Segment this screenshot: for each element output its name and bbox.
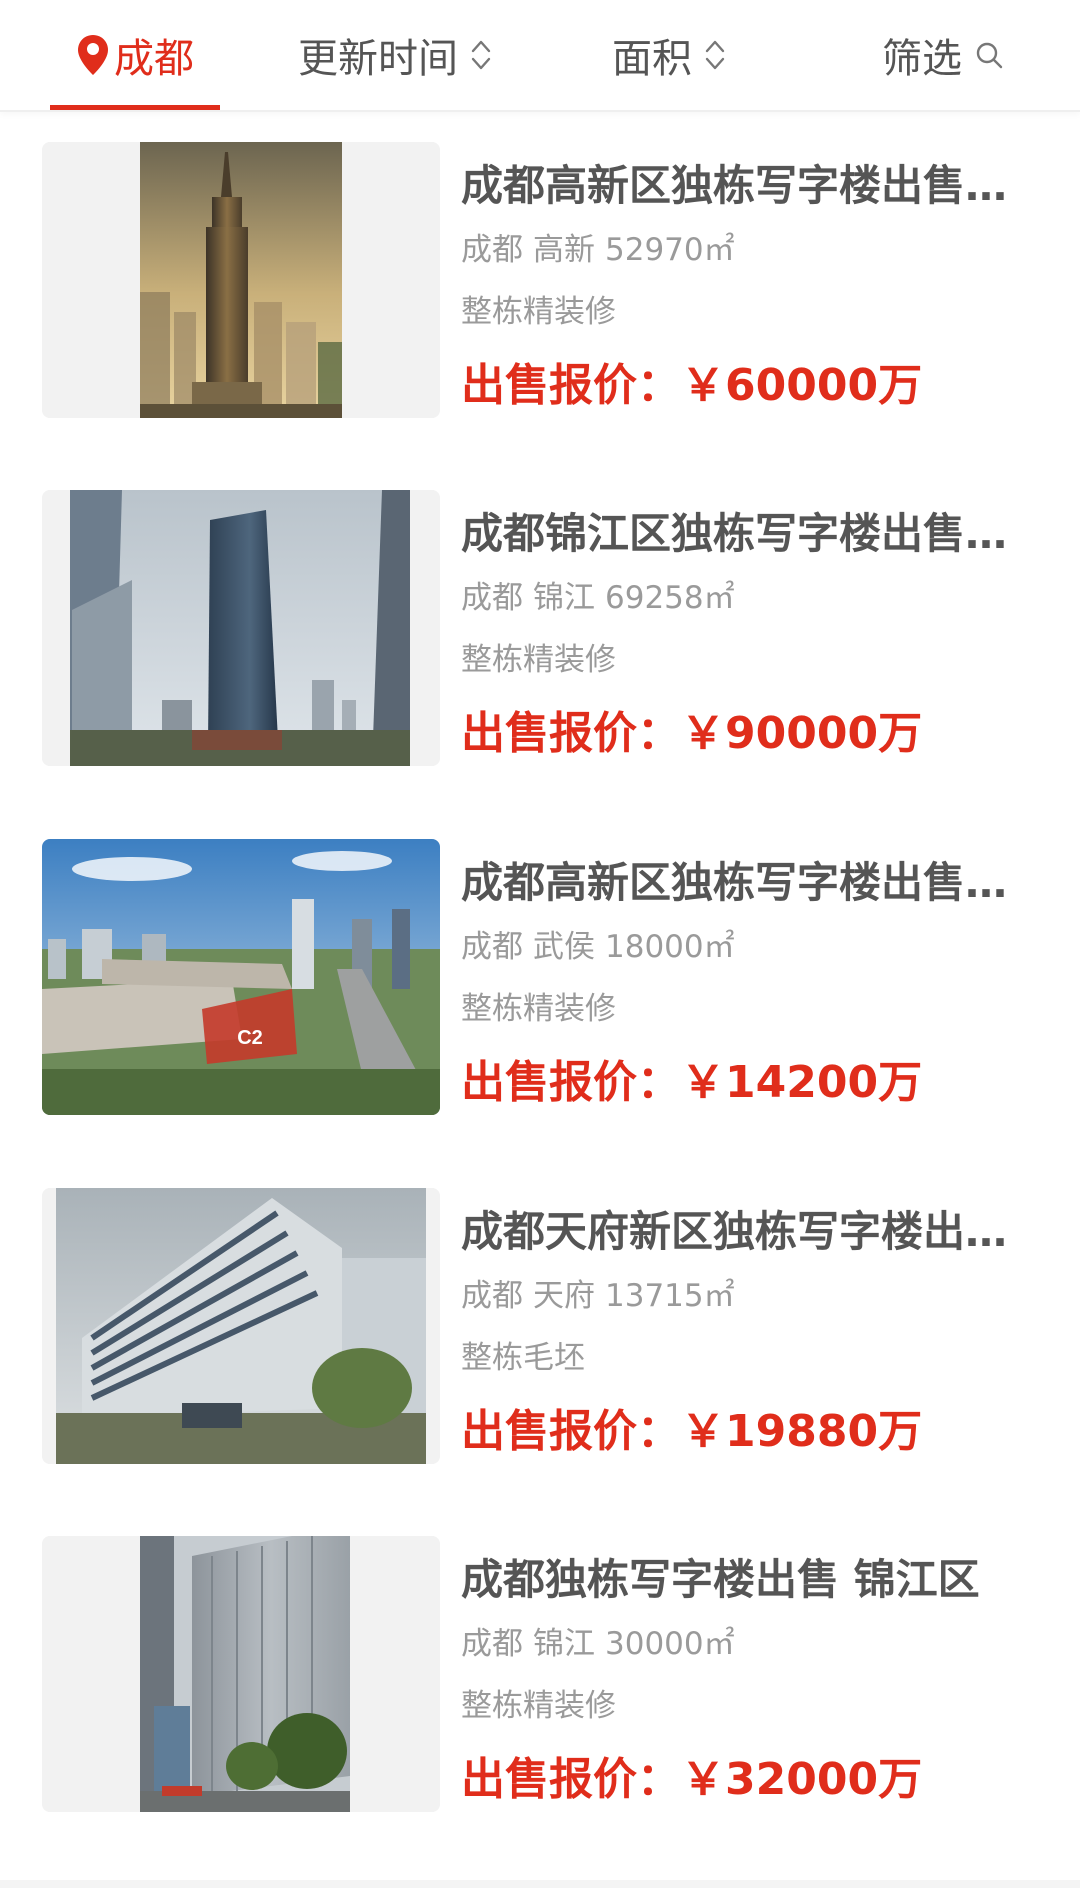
office-tower-photo (42, 1536, 440, 1812)
property-district: 天府 (533, 1278, 595, 1314)
property-meta: 成都 武侯 18000㎡ (461, 927, 1021, 967)
property-decoration: 精装修 (523, 294, 616, 330)
filter-label: 筛选 (882, 36, 962, 82)
property-photo[interactable] (42, 1188, 440, 1464)
property-photo[interactable] (42, 142, 440, 418)
bottom-divider (0, 1880, 1080, 1888)
property-type: 整栋 (461, 1340, 523, 1376)
price-label: 出售报价： (461, 708, 681, 759)
property-district: 高新 (533, 232, 595, 268)
property-decoration: 精装修 (523, 1688, 616, 1724)
aerial-campus-photo: C2 (42, 839, 440, 1115)
property-info: 成都锦江区独栋写字楼出售 锦江 成都 锦江 69258㎡ 整栋精装修 出售报价：￥9… (461, 490, 1021, 764)
location-pin-icon (78, 35, 108, 75)
property-price: 出售报价：￥19880万 (461, 1402, 1021, 1462)
property-decoration: 毛坯 (523, 1340, 585, 1376)
property-photo[interactable]: C2 (42, 839, 440, 1115)
property-city: 成都 (461, 929, 523, 965)
property-meta: 成都 天府 13715㎡ (461, 1276, 1021, 1316)
price-label: 出售报价： (461, 1754, 681, 1805)
price-value: ￥90000万 (681, 708, 923, 759)
listing-page: 成都 更新时间 面积 筛选 成都高新区独栋写字楼出售 高新 成都 高新 5297… (0, 0, 1080, 1888)
price-label: 出售报价： (461, 1057, 681, 1108)
property-price: 出售报价：￥90000万 (461, 704, 1021, 764)
property-decoration: 精装修 (523, 991, 616, 1027)
property-meta: 成都 高新 52970㎡ (461, 230, 1021, 270)
property-card[interactable]: 成都天府新区独栋写字楼出售 天府 成都天府 13715㎡ 整栋毛坯 出售报价：￥1… (0, 1158, 1080, 1464)
price-value: ￥19880万 (681, 1406, 923, 1457)
sort-time-label: 更新时间 (298, 36, 458, 82)
property-district: 锦江 (533, 580, 595, 616)
property-area: 69258㎡ (605, 580, 735, 616)
sort-area-label: 面积 (612, 36, 692, 82)
price-value: ￥60000万 (681, 360, 923, 411)
sort-updown-icon (471, 40, 491, 70)
property-info: 成都天府新区独栋写字楼出售 天府 成都天府 13715㎡ 整栋毛坯 出售报价：￥1… (461, 1188, 1021, 1462)
property-district: 武侯 (533, 929, 595, 965)
office-building-photo (42, 1188, 440, 1464)
property-title[interactable]: 成都高新区独栋写字楼出售 武侯 (461, 853, 1021, 913)
sort-by-update-time[interactable]: 更新时间 (298, 0, 492, 110)
property-city: 成都 (461, 1278, 523, 1314)
property-type: 整栋 (461, 294, 523, 330)
property-info: 成都高新区独栋写字楼出售 高新 成都 高新 52970㎡ 整栋精装修 出售报价：￥6… (461, 142, 1021, 416)
property-title[interactable]: 成都天府新区独栋写字楼出售 天府 (461, 1202, 1021, 1262)
property-info: 成都高新区独栋写字楼出售 武侯 成都 武侯 18000㎡ 整栋精装修 出售报价：￥1… (461, 839, 1021, 1113)
skyscraper-photo (42, 490, 440, 766)
property-city: 成都 (461, 1626, 523, 1662)
price-label: 出售报价： (461, 360, 681, 411)
property-price: 出售报价：￥60000万 (461, 356, 1021, 416)
skyscraper-photo (42, 142, 440, 418)
property-type: 整栋 (461, 991, 523, 1027)
property-city: 成都 (461, 580, 523, 616)
property-title[interactable]: 成都独栋写字楼出售 锦江区 (461, 1550, 1021, 1610)
property-title[interactable]: 成都锦江区独栋写字楼出售 锦江 (461, 504, 1021, 564)
property-area: 52970㎡ (605, 232, 735, 268)
property-tags: 整栋精装修 (461, 292, 1021, 332)
property-price: 出售报价：￥14200万 (461, 1053, 1021, 1113)
filter-bar: 成都 更新时间 面积 筛选 (0, 0, 1080, 112)
property-tags: 整栋精装修 (461, 1686, 1021, 1726)
property-card[interactable]: C2 成都高新区独栋写字楼出售 武侯 成都 武侯 18000㎡ 整栋精装修 出售报价… (0, 809, 1080, 1115)
property-city: 成都 (461, 232, 523, 268)
property-area: 13715㎡ (605, 1278, 735, 1314)
city-filter[interactable]: 成都 (50, 0, 220, 110)
property-photo[interactable] (42, 1536, 440, 1812)
city-filter-label: 成都 (114, 36, 194, 82)
search-icon (976, 42, 1003, 69)
property-photo[interactable] (42, 490, 440, 766)
property-card[interactable]: 成都高新区独栋写字楼出售 高新 成都 高新 52970㎡ 整栋精装修 出售报价：￥6… (0, 112, 1080, 418)
property-card[interactable]: 成都锦江区独栋写字楼出售 锦江 成都 锦江 69258㎡ 整栋精装修 出售报价：￥9… (0, 460, 1080, 766)
price-value: ￥14200万 (681, 1057, 923, 1108)
active-tab-underline (50, 105, 220, 110)
property-decoration: 精装修 (523, 642, 616, 678)
property-tags: 整栋毛坯 (461, 1338, 1021, 1378)
property-price: 出售报价：￥32000万 (461, 1750, 1021, 1810)
property-info: 成都独栋写字楼出售 锦江区 成都 锦江 30000㎡ 整栋精装修 出售报价：￥320… (461, 1536, 1021, 1810)
property-area: 30000㎡ (605, 1626, 735, 1662)
property-tags: 整栋精装修 (461, 989, 1021, 1029)
property-title[interactable]: 成都高新区独栋写字楼出售 高新 (461, 156, 1021, 216)
property-meta: 成都 锦江 69258㎡ (461, 578, 1021, 618)
property-meta: 成都 锦江 30000㎡ (461, 1624, 1021, 1664)
price-label: 出售报价： (461, 1406, 681, 1457)
property-area: 18000㎡ (605, 929, 735, 965)
sort-updown-icon (705, 40, 725, 70)
sort-by-area[interactable]: 面积 (612, 0, 726, 110)
property-type: 整栋 (461, 642, 523, 678)
price-value: ￥32000万 (681, 1754, 923, 1805)
property-type: 整栋 (461, 1688, 523, 1724)
image-label: C2 (237, 1027, 263, 1049)
property-tags: 整栋精装修 (461, 640, 1021, 680)
property-card[interactable]: 成都独栋写字楼出售 锦江区 成都 锦江 30000㎡ 整栋精装修 出售报价：￥320… (0, 1506, 1080, 1812)
property-district: 锦江 (533, 1626, 595, 1662)
filter-button[interactable]: 筛选 (882, 0, 1004, 110)
